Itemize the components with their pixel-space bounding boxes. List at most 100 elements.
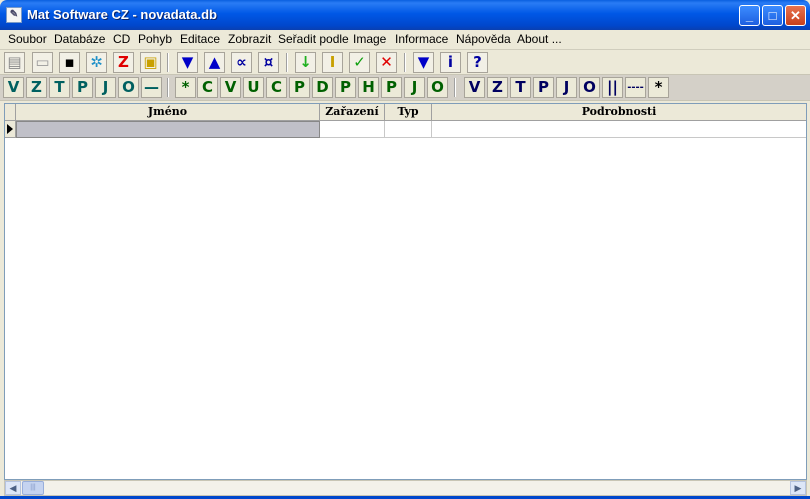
filter-dots-button[interactable]: ---- <box>625 77 646 98</box>
toolbar-separator <box>454 78 456 97</box>
menu-image[interactable]: Image <box>353 32 386 46</box>
toolbar-separator <box>167 53 169 72</box>
menu-databaze[interactable]: Databáze <box>54 32 105 46</box>
bookmark-button[interactable]: ▼ <box>413 52 434 73</box>
row-indicator[interactable] <box>5 121 16 138</box>
filter-j3-button[interactable]: J <box>556 77 577 98</box>
column-header-typ[interactable]: Typ <box>385 104 432 121</box>
toolbar-separator <box>404 53 406 72</box>
filter-o-button[interactable]: O <box>118 77 139 98</box>
help-button[interactable]: ? <box>467 52 488 73</box>
app-icon[interactable]: ✎ <box>6 7 22 23</box>
new-button[interactable]: ▤ <box>4 52 25 73</box>
scroll-thumb[interactable]: ||| <box>22 481 44 495</box>
menu-editace[interactable]: Editace <box>180 32 220 46</box>
save-button[interactable]: ▪ <box>59 52 80 73</box>
filter-j2-icon: J <box>411 78 418 96</box>
menu-cd[interactable]: CD <box>113 32 130 46</box>
filter-bars-button[interactable]: || <box>602 77 623 98</box>
confirm-icon: ✓ <box>353 53 366 71</box>
menu-napoveda[interactable]: Nápověda <box>456 32 511 46</box>
confirm-button[interactable]: ✓ <box>349 52 370 73</box>
table-cell-typ[interactable] <box>385 121 432 138</box>
open-icon: ▭ <box>35 53 50 71</box>
close-button[interactable]: ✕ <box>785 5 806 26</box>
scroll-left-button[interactable]: ◀ <box>5 481 21 495</box>
filter-p3-button[interactable]: P <box>335 77 356 98</box>
open-button[interactable]: ▭ <box>32 52 53 73</box>
filter-p4-icon: P <box>386 78 397 96</box>
info-button[interactable]: i <box>440 52 461 73</box>
scroll-right-button[interactable]: ▶ <box>790 481 806 495</box>
filter-j2-button[interactable]: J <box>404 77 425 98</box>
print-icon: ▣ <box>143 53 158 71</box>
filter-dash-icon: — <box>144 78 159 96</box>
filter-all-button[interactable]: * <box>175 77 196 98</box>
insert-icon: ↓ <box>299 53 312 71</box>
maximize-button[interactable]: □ <box>762 5 783 26</box>
insert-button[interactable]: ↓ <box>295 52 316 73</box>
filter-d-button[interactable]: D <box>312 77 333 98</box>
filter-c-button[interactable]: C <box>197 77 218 98</box>
filter-p3-icon: P <box>340 78 351 96</box>
last-button[interactable]: ¤ <box>258 52 279 73</box>
print-button[interactable]: ▣ <box>140 52 161 73</box>
minimize-button[interactable]: _ <box>739 5 760 26</box>
title-bar[interactable]: ✎ Mat Software CZ - novadata.db _ □ ✕ <box>0 0 810 30</box>
z-button[interactable]: Z <box>113 52 134 73</box>
menu-about[interactable]: About ... <box>517 32 562 46</box>
filter-o3-button[interactable]: O <box>579 77 600 98</box>
help-icon: ? <box>473 53 482 71</box>
filter-j-button[interactable]: J <box>95 77 116 98</box>
column-header-podrobnosti[interactable]: Podrobnosti <box>432 104 806 121</box>
filter-o2-button[interactable]: O <box>427 77 448 98</box>
filter-dash-button[interactable]: — <box>141 77 162 98</box>
move-up-button[interactable]: ▲ <box>204 52 225 73</box>
filter-v-button[interactable]: V <box>3 77 24 98</box>
filter-p2-button[interactable]: P <box>289 77 310 98</box>
settings-button[interactable]: ✲ <box>86 52 107 73</box>
menu-zobrazit[interactable]: Zobrazit <box>228 32 271 46</box>
column-header-zarazeni[interactable]: Zařazení <box>320 104 385 121</box>
menu-informace[interactable]: Informace <box>395 32 448 46</box>
filter-p4-button[interactable]: P <box>381 77 402 98</box>
table-cell-jmeno[interactable] <box>16 121 320 138</box>
filter-p5-icon: P <box>538 78 549 96</box>
filter-z3-icon: Z <box>492 78 503 96</box>
filter-p5-button[interactable]: P <box>533 77 554 98</box>
filter-h-icon: H <box>362 78 375 96</box>
filter-t-button[interactable]: T <box>49 77 70 98</box>
column-header-jmeno[interactable]: Jméno <box>16 104 320 121</box>
toolbar-separator <box>286 53 288 72</box>
filter-z-button[interactable]: Z <box>26 77 47 98</box>
edit-button[interactable]: I <box>322 52 343 73</box>
filter-z3-button[interactable]: Z <box>487 77 508 98</box>
filter-p-button[interactable]: P <box>72 77 93 98</box>
filter-dots-icon: ---- <box>627 82 644 93</box>
filter-v2-button[interactable]: V <box>220 77 241 98</box>
menu-bar: Soubor Databáze CD Pohyb Editace Zobrazi… <box>0 30 810 50</box>
filter-h-button[interactable]: H <box>358 77 379 98</box>
move-up-icon: ▲ <box>208 53 221 71</box>
last-icon: ¤ <box>263 53 274 71</box>
filter-t3-button[interactable]: T <box>510 77 531 98</box>
filter-c-icon: C <box>201 78 213 96</box>
filter-c2-button[interactable]: C <box>266 77 287 98</box>
filter-v3-button[interactable]: V <box>464 77 485 98</box>
filter-all2-button[interactable]: * <box>648 77 669 98</box>
menu-pohyb[interactable]: Pohyb <box>138 32 172 46</box>
table-cell-zarazeni[interactable] <box>320 121 385 138</box>
horizontal-scrollbar[interactable]: ◀ ||| ▶ <box>4 480 807 496</box>
menu-seradit-podle[interactable]: Seřadit podle <box>278 32 349 46</box>
menu-soubor[interactable]: Soubor <box>8 32 47 46</box>
first-button[interactable]: ∝ <box>231 52 252 73</box>
cancel-button[interactable]: ✕ <box>376 52 397 73</box>
filter-v-icon: V <box>7 78 20 96</box>
filter-o2-icon: O <box>431 78 444 96</box>
filter-u-button[interactable]: U <box>243 77 264 98</box>
current-row-arrow-icon <box>7 124 13 134</box>
filter-j-icon: J <box>102 78 109 96</box>
data-grid[interactable]: Jméno Zařazení Typ Podrobnosti <box>4 103 807 480</box>
move-down-button[interactable]: ▼ <box>177 52 198 73</box>
table-cell-podrobnosti[interactable] <box>432 121 806 138</box>
